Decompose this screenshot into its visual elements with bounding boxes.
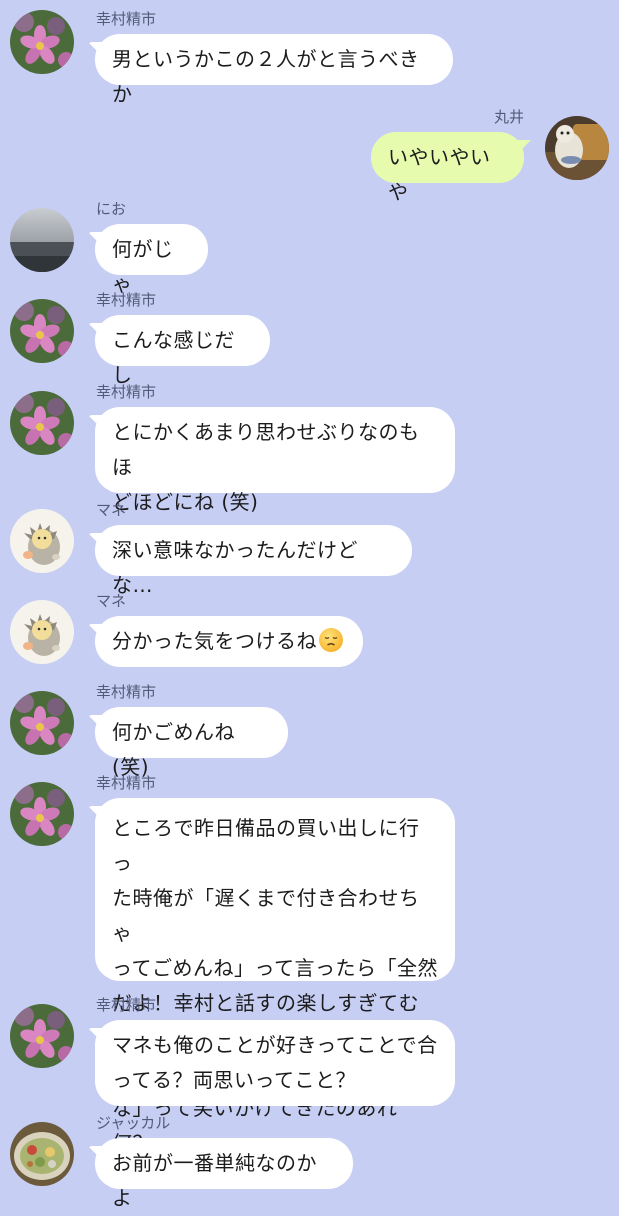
sender-name: マネ: [96, 592, 127, 610]
sender-name: 幸村精市: [96, 291, 157, 309]
chat-message: ジャッカル お前が一番単純なのかよ: [0, 1114, 619, 1210]
disappointed-face-icon: [319, 628, 343, 652]
message-text: とにかくあまり思わせぶりなのもほ どほどにね (笑): [112, 420, 420, 514]
message-text: 男というかこの２人がと言うべきか: [112, 47, 420, 106]
message-text: いやいやいや: [388, 145, 491, 204]
sender-name: ジャッカル: [96, 1114, 171, 1132]
message-text: 分かった気をつけるね: [112, 629, 317, 653]
message-bubble[interactable]: 深い意味なかったんだけどな…: [95, 525, 412, 597]
chat-timeline[interactable]: 幸村精市 男というかこの２人がと言うべきか 丸井 いやいやいや にお 何がじゃ …: [0, 0, 619, 1210]
hedgehog-illustration-avatar[interactable]: [10, 600, 74, 664]
message-bubble[interactable]: マネも俺のことが好きってことで合 ってる？両思いってこと？: [95, 1020, 455, 1106]
chat-message: 丸井 いやいやいや: [0, 108, 619, 204]
chat-message: マネ 分かった気をつけるね: [0, 592, 619, 668]
chat-message: 幸村精市 ところで昨日備品の買い出しに行っ た時俺が「遅くまで付き合わせちゃ っ…: [0, 774, 619, 1155]
message-bubble[interactable]: ところで昨日備品の買い出しに行っ た時俺が「遅くまで付き合わせちゃ ってごめんね…: [95, 798, 455, 1155]
message-text: 何がじゃ: [112, 237, 174, 296]
message-bubble[interactable]: 何かごめんね (笑): [95, 707, 288, 779]
message-bubble[interactable]: とにかくあまり思わせぶりなのもほ どほどにね (笑): [95, 407, 455, 514]
sender-name: 幸村精市: [96, 683, 157, 701]
chat-message: 幸村精市 男というかこの２人がと言うべきか: [0, 10, 619, 106]
cosmos-flower-avatar[interactable]: [10, 10, 74, 74]
message-bubble[interactable]: お前が一番単純なのかよ: [95, 1138, 353, 1210]
message-bubble[interactable]: いやいやいや: [371, 132, 524, 204]
message-text: お前が一番単純なのかよ: [112, 1151, 317, 1210]
cosmos-flower-avatar[interactable]: [10, 1004, 74, 1068]
cosmos-flower-avatar[interactable]: [10, 782, 74, 846]
sender-name: 幸村精市: [96, 996, 157, 1014]
message-bubble[interactable]: 分かった気をつけるね: [95, 616, 363, 667]
message-bubble[interactable]: 男というかこの２人がと言うべきか: [95, 34, 453, 106]
sender-name: マネ: [96, 501, 127, 519]
message-text: こんな感じだし: [112, 328, 235, 387]
cosmos-flower-avatar[interactable]: [10, 691, 74, 755]
chat-message: 幸村精市 とにかくあまり思わせぶりなのもほ どほどにね (笑): [0, 383, 619, 514]
chat-message: にお 何がじゃ: [0, 200, 619, 296]
chat-message: 幸村精市 何かごめんね (笑): [0, 683, 619, 779]
sender-name: 幸村精市: [96, 383, 157, 401]
sender-name: 幸村精市: [96, 774, 157, 792]
sender-name: にお: [96, 200, 127, 218]
food-plate-avatar[interactable]: [10, 1122, 74, 1186]
cosmos-flower-avatar[interactable]: [10, 391, 74, 455]
message-text: マネも俺のことが好きってことで合 ってる？両思いってこと？: [112, 1033, 438, 1092]
message-text: 深い意味なかったんだけどな…: [112, 538, 358, 597]
sender-name: 丸井: [493, 108, 524, 126]
chat-message: マネ 深い意味なかったんだけどな…: [0, 501, 619, 597]
message-bubble[interactable]: こんな感じだし: [95, 315, 270, 387]
hedgehog-illustration-avatar[interactable]: [10, 509, 74, 573]
sea-horizon-avatar[interactable]: [10, 208, 74, 272]
sender-name: 幸村精市: [96, 10, 157, 28]
chat-message: 幸村精市 マネも俺のことが好きってことで合 ってる？両思いってこと？: [0, 996, 619, 1106]
message-bubble[interactable]: 何がじゃ: [95, 224, 208, 296]
cosmos-flower-avatar[interactable]: [10, 299, 74, 363]
chat-message: 幸村精市 こんな感じだし: [0, 291, 619, 387]
message-text: 何かごめんね (笑): [112, 720, 242, 779]
plush-toy-avatar[interactable]: [545, 116, 609, 180]
